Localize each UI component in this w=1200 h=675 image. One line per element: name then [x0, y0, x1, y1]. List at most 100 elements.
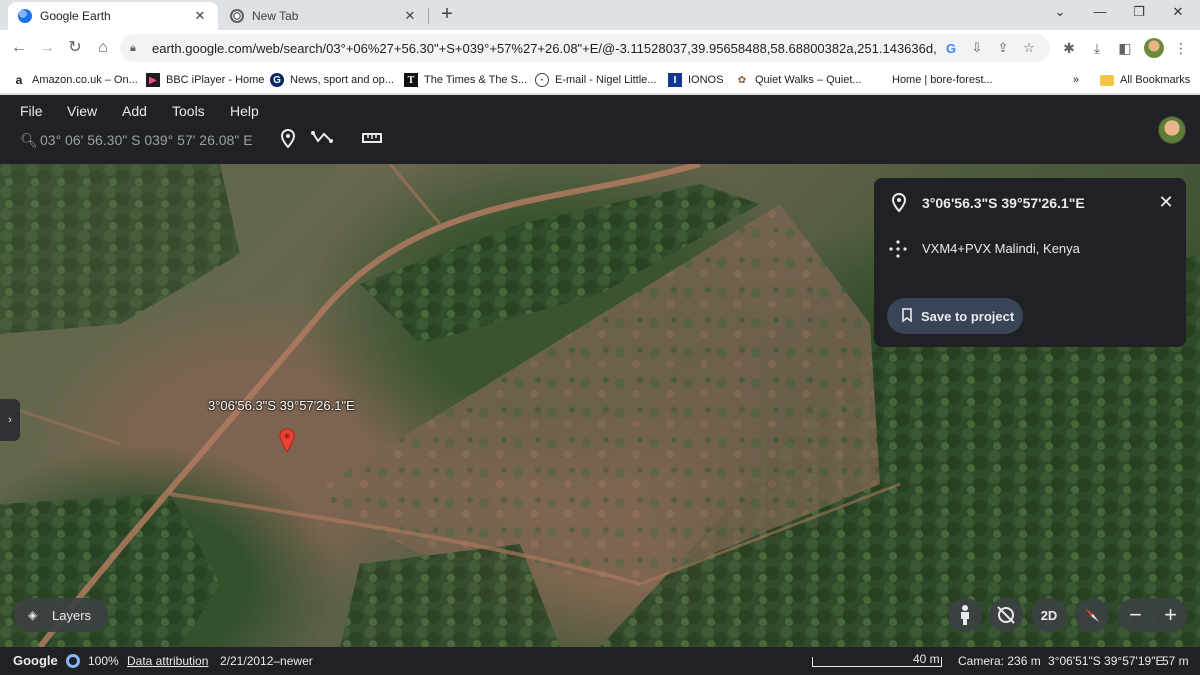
layers-label: Layers — [52, 607, 92, 623]
close-icon[interactable]: ✕ — [402, 8, 418, 24]
downloads-icon[interactable]: ⤓ — [1086, 37, 1108, 59]
bookmark-label: All Bookmarks — [1120, 74, 1191, 86]
view-mode-2d-button[interactable]: 2D — [1032, 598, 1066, 632]
pegman-street-view-icon[interactable] — [948, 598, 982, 632]
earth-status-bar: Google 100% Data attribution 2/21/2012–n… — [0, 647, 1200, 675]
save-to-project-button[interactable]: Save to project — [887, 298, 1023, 334]
scale-label: 40 m — [913, 652, 940, 666]
elevation: 57 m — [1162, 654, 1189, 668]
tab-new-tab[interactable]: New Tab ✕ — [220, 2, 428, 30]
ionos-icon: I — [668, 73, 682, 87]
quiet-walks-icon: ✿ — [737, 74, 747, 86]
card-plus-code: VXM4+PVX Malindi, Kenya — [922, 241, 1080, 256]
measure-ruler-icon[interactable] — [360, 129, 384, 151]
zoom-out-icon[interactable]: − — [1129, 602, 1142, 628]
reload-icon[interactable]: ↻ — [64, 37, 86, 59]
bookmark-ionos[interactable]: I IONOS — [668, 72, 723, 88]
compass-icon[interactable] — [1075, 598, 1109, 632]
bookmark-email[interactable]: · E-mail - Nigel Little... — [535, 72, 656, 88]
loading-progress-ring-icon — [66, 654, 80, 668]
chevron-down-icon[interactable]: ⌄ — [1045, 4, 1075, 24]
search-input[interactable]: 03° 06' 56.30" S 039° 57' 26.08" E — [40, 132, 258, 148]
draw-path-icon[interactable] — [310, 129, 334, 151]
new-tab-plus-icon[interactable]: + — [436, 4, 458, 26]
bbc-iplayer-icon: ▶ — [146, 73, 160, 87]
menu-view[interactable]: View — [67, 100, 97, 122]
guardian-icon: G — [270, 73, 284, 87]
reset-tilt-icon[interactable] — [989, 598, 1023, 632]
layers-button[interactable]: ◈ Layers — [14, 598, 108, 632]
card-coordinates: 3°06'56.3"S 39°57'26.1"E — [922, 195, 1085, 211]
bookmark-news[interactable]: G News, sport and op... — [270, 72, 394, 88]
red-pin-icon[interactable] — [279, 428, 295, 454]
tab-strip: Google Earth ✕ New Tab ✕ + ⌄ — ❐ ✕ — [0, 0, 1200, 30]
zoom-controls: − + — [1118, 598, 1188, 632]
google-translate-icon[interactable]: G — [940, 41, 962, 56]
forward-arrow-icon[interactable]: → — [36, 37, 58, 59]
camera-altitude: Camera: 236 m — [958, 654, 1041, 668]
menu-tools[interactable]: Tools — [172, 100, 205, 122]
bookmark-times[interactable]: T The Times & The S... — [404, 72, 527, 88]
bookmark-icon — [901, 307, 913, 325]
bookmark-label: Quiet Walks – Quiet... — [755, 74, 862, 86]
address-url[interactable]: earth.google.com/web/search/03°+06%27+56… — [152, 41, 936, 56]
share-icon[interactable]: ⇪ — [992, 40, 1014, 56]
site-info-icon[interactable]: 🔒︎ — [130, 42, 144, 55]
expand-panel-chevron-icon[interactable]: › — [0, 399, 20, 441]
tab-google-earth[interactable]: Google Earth ✕ — [8, 2, 218, 30]
chrome-icon — [230, 9, 244, 23]
tab-title: Google Earth — [40, 9, 111, 23]
bookmarks-overflow-chevron[interactable]: » — [1073, 72, 1079, 88]
extensions-puzzle-icon[interactable]: ✱ — [1058, 37, 1080, 59]
bookmark-amazon[interactable]: a Amazon.co.uk – On... — [12, 72, 138, 88]
menu-add[interactable]: Add — [122, 100, 147, 122]
zoom-in-icon[interactable]: + — [1164, 602, 1177, 628]
window-close-icon[interactable]: ✕ — [1163, 4, 1193, 24]
menu-help[interactable]: Help — [230, 100, 259, 122]
home-icon[interactable]: ⌂ — [92, 37, 114, 59]
search-icon: 🔍︎ — [20, 131, 38, 148]
plus-code-icon — [888, 239, 908, 259]
browser-toolbar: ← → ↻ ⌂ 🔒︎ earth.google.com/web/search/0… — [0, 30, 1200, 66]
earth-search-box[interactable]: 🔍︎ 03° 06' 56.30" S 039° 57' 26.08" E — [10, 125, 268, 155]
bookmark-label: The Times & The S... — [424, 74, 528, 86]
save-button-label: Save to project — [921, 308, 1015, 324]
bookmark-star-icon[interactable]: ☆ — [1018, 40, 1040, 56]
location-info-card: 3°06'56.3"S 39°57'26.1"E ✕ VXM4+PVX Mali… — [874, 178, 1186, 347]
bookmark-label: E-mail - Nigel Little... — [555, 74, 657, 86]
bookmark-label: News, sport and op... — [290, 74, 394, 86]
bookmark-quiet-walks[interactable]: ✿ Quiet Walks – Quiet... — [735, 72, 862, 88]
tab-divider — [428, 8, 429, 24]
install-app-icon[interactable]: ⇩ — [966, 40, 988, 56]
layers-icon: ◈ — [28, 608, 38, 622]
bookmark-label: Home | bore-forest... — [892, 74, 993, 86]
times-icon: T — [404, 73, 418, 87]
tab-title: New Tab — [252, 9, 299, 23]
email-icon: · — [535, 73, 549, 87]
loading-progress: 100% — [88, 654, 119, 668]
bookmark-bbc-iplayer[interactable]: ▶ BBC iPlayer - Home — [146, 72, 264, 88]
profile-avatar[interactable] — [1144, 38, 1164, 58]
bookmark-label: IONOS — [688, 74, 724, 86]
minimize-icon[interactable]: — — [1085, 4, 1115, 24]
earth-globe-icon — [18, 9, 32, 23]
close-icon[interactable]: ✕ — [1156, 192, 1176, 212]
restore-icon[interactable]: ❐ — [1124, 4, 1154, 24]
side-panel-icon[interactable]: ◧ — [1114, 37, 1136, 59]
menu-file[interactable]: File — [20, 100, 43, 122]
map-placemark-label: 3°06'56.3"S 39°57'26.1"E — [208, 398, 355, 413]
close-icon[interactable]: ✕ — [192, 8, 208, 24]
folder-icon — [1100, 74, 1114, 86]
bookmark-label: BBC iPlayer - Home — [166, 74, 265, 86]
cursor-coordinates: 3°06'51"S 39°57'19"E — [1048, 654, 1164, 668]
bookmark-bore-forest[interactable]: Home | bore-forest... — [892, 72, 993, 88]
back-arrow-icon[interactable]: ← — [8, 37, 30, 59]
address-bar[interactable]: 🔒︎ earth.google.com/web/search/03°+06%27… — [120, 34, 1050, 62]
earth-account-avatar[interactable] — [1158, 116, 1186, 144]
amazon-icon: a — [15, 73, 23, 87]
data-attribution-link[interactable]: Data attribution — [127, 654, 208, 668]
bookmark-label: Amazon.co.uk – On... — [32, 74, 138, 86]
all-bookmarks[interactable]: All Bookmarks — [1100, 72, 1190, 88]
more-menu-icon[interactable]: ⋮ — [1170, 37, 1192, 59]
place-marker-icon[interactable] — [276, 128, 300, 151]
